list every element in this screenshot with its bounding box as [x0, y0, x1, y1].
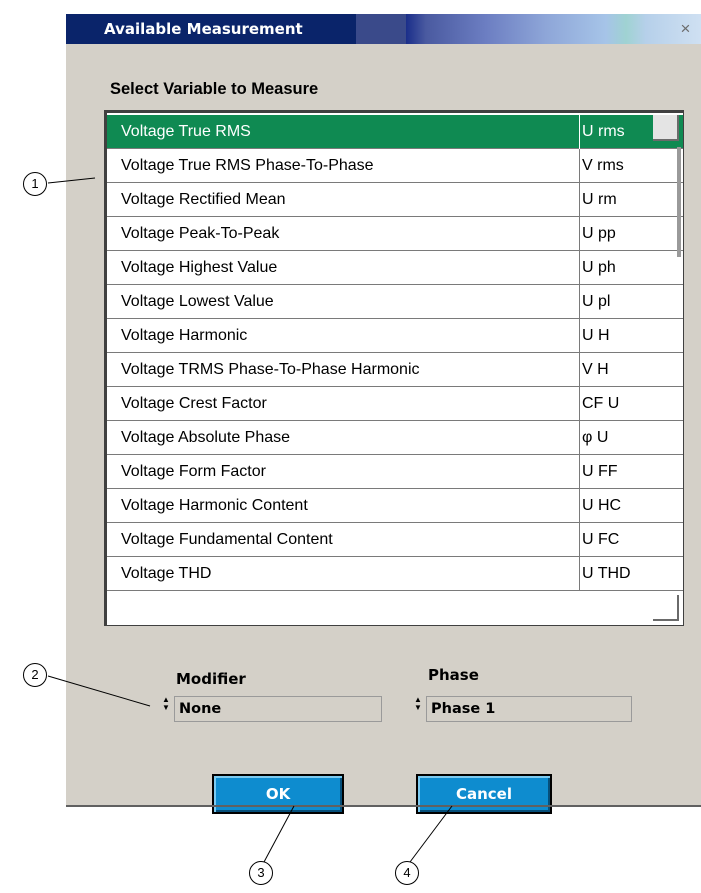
callout-leader-lines [47, 177, 453, 863]
callout-2: 2 [23, 663, 47, 687]
callout-4: 4 [395, 861, 419, 885]
callout-3: 3 [249, 861, 273, 885]
callout-1: 1 [23, 172, 47, 196]
